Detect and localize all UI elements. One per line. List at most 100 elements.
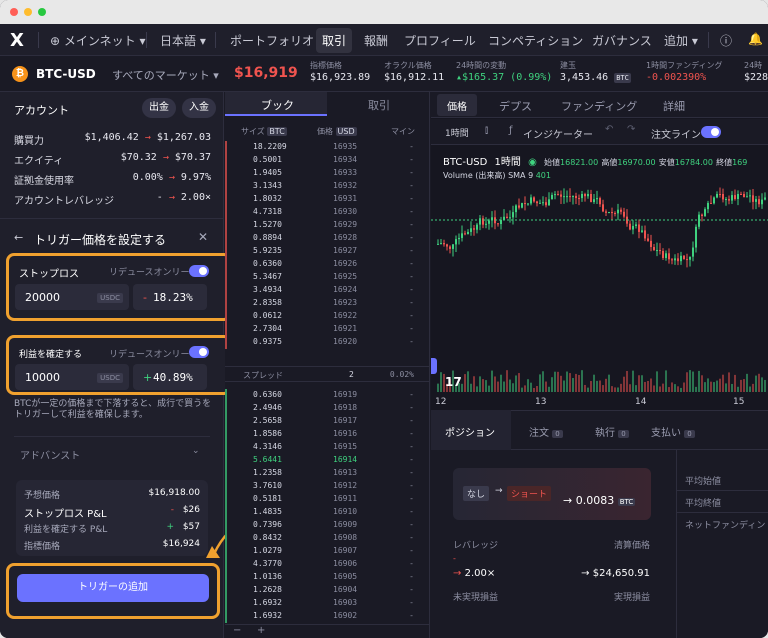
nav-more[interactable]: 追加 ▾ <box>664 32 698 49</box>
zoom-dot[interactable] <box>38 8 46 16</box>
tab-trades[interactable]: 取引 <box>328 92 430 116</box>
order-book-row[interactable]: 2.5658 16917 - <box>225 415 430 428</box>
zoom-in-icon[interactable]: + <box>257 625 265 636</box>
order-book-row[interactable]: 5.6441 16914 - <box>225 454 430 467</box>
tab-payments[interactable]: 支払い 0 <box>651 424 695 439</box>
minimize-dot[interactable] <box>24 8 32 16</box>
order-book-row[interactable]: 0.6360 16926 - <box>225 258 430 271</box>
nav-rewards[interactable]: 報酬 <box>364 32 388 49</box>
order-book-row[interactable]: 1.8586 16916 - <box>225 428 430 441</box>
tab-details[interactable]: 詳細 <box>663 98 685 114</box>
back-arrow-icon[interactable]: ← <box>14 231 23 244</box>
order-book-row[interactable]: 4.3146 16915 - <box>225 441 430 454</box>
order-book-row[interactable]: 2.4946 16918 - <box>225 402 430 415</box>
bitcoin-icon: ₿ <box>12 66 28 82</box>
nav-trade[interactable]: 取引 <box>316 28 353 53</box>
order-book-row[interactable]: 1.2358 16913 - <box>225 467 430 480</box>
volume-bar <box>701 375 703 392</box>
order-book-row[interactable]: 0.0612 16922 - <box>225 310 430 323</box>
order-price: 16907 <box>333 546 358 555</box>
tab-positions[interactable]: ポジション <box>431 410 511 450</box>
advanced-toggle[interactable]: アドバンスト <box>20 447 80 462</box>
indicators-button[interactable]: インジケーター <box>523 126 593 141</box>
order-book-row[interactable]: 5.3467 16925 - <box>225 271 430 284</box>
nav-portfolio[interactable]: ポートフォリオ <box>230 32 314 49</box>
stop-loss-price-input[interactable]: 20000 USDC <box>15 284 129 310</box>
tab-fills[interactable]: 執行 0 <box>595 424 629 439</box>
order-book-row[interactable]: 1.5270 16929 - <box>225 219 430 232</box>
take-profit-price-input[interactable]: 10000 USDC <box>15 364 129 390</box>
nav-governance[interactable]: ガバナンス <box>592 32 652 49</box>
order-lines-toggle[interactable] <box>701 126 721 138</box>
order-book-row[interactable]: 1.8032 16931 - <box>225 193 430 206</box>
language-selector[interactable]: 日本語 ▾ <box>160 32 206 49</box>
volume-bar <box>476 386 478 392</box>
tab-funding[interactable]: ファンディング <box>561 98 637 114</box>
bell-icon[interactable]: 🔔 <box>748 32 763 46</box>
order-book-row[interactable]: 0.5001 16934 - <box>225 154 430 167</box>
order-book-row[interactable]: 3.1343 16932 - <box>225 180 430 193</box>
close-dot[interactable] <box>10 8 18 16</box>
order-book-row[interactable]: 18.2209 16935 - <box>225 141 430 154</box>
order-book-row[interactable]: 1.9405 16933 - <box>225 167 430 180</box>
tab-price[interactable]: 価格 <box>437 94 477 116</box>
tab-orders[interactable]: 注文 0 <box>529 424 563 439</box>
stop-loss-percent-input[interactable]: - 18.23% <box>133 284 207 310</box>
nav-profile[interactable]: プロフィール <box>404 32 476 49</box>
deposit-button[interactable]: 入金 <box>182 98 216 118</box>
nav-competition[interactable]: コンペティション <box>488 32 583 49</box>
help-icon[interactable]: ⓘ <box>720 32 732 49</box>
volume-bar <box>509 379 511 392</box>
interval-selector[interactable]: 1時間 <box>445 126 469 139</box>
order-book-row[interactable]: 0.8432 16908 - <box>225 532 430 545</box>
order-book-row[interactable]: 0.7396 16909 - <box>225 519 430 532</box>
order-book-row[interactable]: 1.0279 16907 - <box>225 545 430 558</box>
order-book-row[interactable]: 1.6932 16902 - <box>225 610 430 623</box>
order-book-row[interactable]: 3.4934 16924 - <box>225 284 430 297</box>
order-book-row[interactable]: 5.9235 16927 - <box>225 245 430 258</box>
chart-handle[interactable] <box>431 358 437 374</box>
candle-body <box>656 250 658 252</box>
order-book-row[interactable]: 0.5181 16911 - <box>225 493 430 506</box>
order-book-row[interactable]: 2.8358 16923 - <box>225 297 430 310</box>
all-markets-dropdown[interactable]: すべてのマーケット ▾ <box>112 67 219 83</box>
volume-bar <box>539 374 541 392</box>
logo-icon[interactable]: X <box>10 30 24 51</box>
indicator-icon[interactable]: ƒ <box>509 125 513 136</box>
undo-icon[interactable]: ↶ <box>605 124 613 135</box>
candlestick-chart[interactable] <box>431 184 768 394</box>
order-book-row[interactable]: 0.6360 16919 - <box>225 389 430 402</box>
chevron-down-icon[interactable]: ⌄ <box>192 446 200 456</box>
tab-book[interactable]: ブック <box>225 92 327 116</box>
reduce-only-toggle[interactable] <box>189 346 209 358</box>
take-profit-percent-input[interactable]: + 40.89% <box>133 364 207 390</box>
candle-type-icon[interactable]: ⫾ <box>485 125 488 136</box>
order-book-row[interactable]: 3.7610 16912 - <box>225 480 430 493</box>
order-book-row[interactable]: 4.3770 16906 - <box>225 558 430 571</box>
zoom-out-icon[interactable]: − <box>233 625 241 636</box>
reduce-only-toggle[interactable] <box>189 265 209 277</box>
spread-percent: 0.02% <box>389 370 414 379</box>
add-trigger-button[interactable]: トリガーの追加 <box>17 574 209 602</box>
order-price: 16926 <box>333 259 358 268</box>
redo-icon[interactable]: ↷ <box>627 124 635 135</box>
count-badge: 0 <box>552 430 563 438</box>
order-book-row[interactable]: 2.7304 16921 - <box>225 323 430 336</box>
order-book-row[interactable]: 0.8894 16928 - <box>225 232 430 245</box>
order-mine: - <box>409 507 414 516</box>
volume-bar <box>620 383 622 392</box>
network-selector[interactable]: ⊕ メインネット ▾ <box>50 32 145 49</box>
order-book-row[interactable]: 1.4835 16910 - <box>225 506 430 519</box>
order-price: 16923 <box>333 298 358 307</box>
tab-depth[interactable]: デプス <box>499 98 532 114</box>
candle-body <box>497 223 499 225</box>
volume-bar <box>437 383 439 392</box>
close-icon[interactable]: ✕ <box>198 230 208 244</box>
withdraw-button[interactable]: 出金 <box>142 98 176 118</box>
order-book-row[interactable]: 4.7318 16930 - <box>225 206 430 219</box>
order-book-row[interactable]: 1.6932 16903 - <box>225 597 430 610</box>
order-mine: - <box>409 429 414 438</box>
order-book-row[interactable]: 1.2628 16904 - <box>225 584 430 597</box>
order-book-row[interactable]: 0.9375 16920 - <box>225 336 430 349</box>
order-book-row[interactable]: 1.0136 16905 - <box>225 571 430 584</box>
